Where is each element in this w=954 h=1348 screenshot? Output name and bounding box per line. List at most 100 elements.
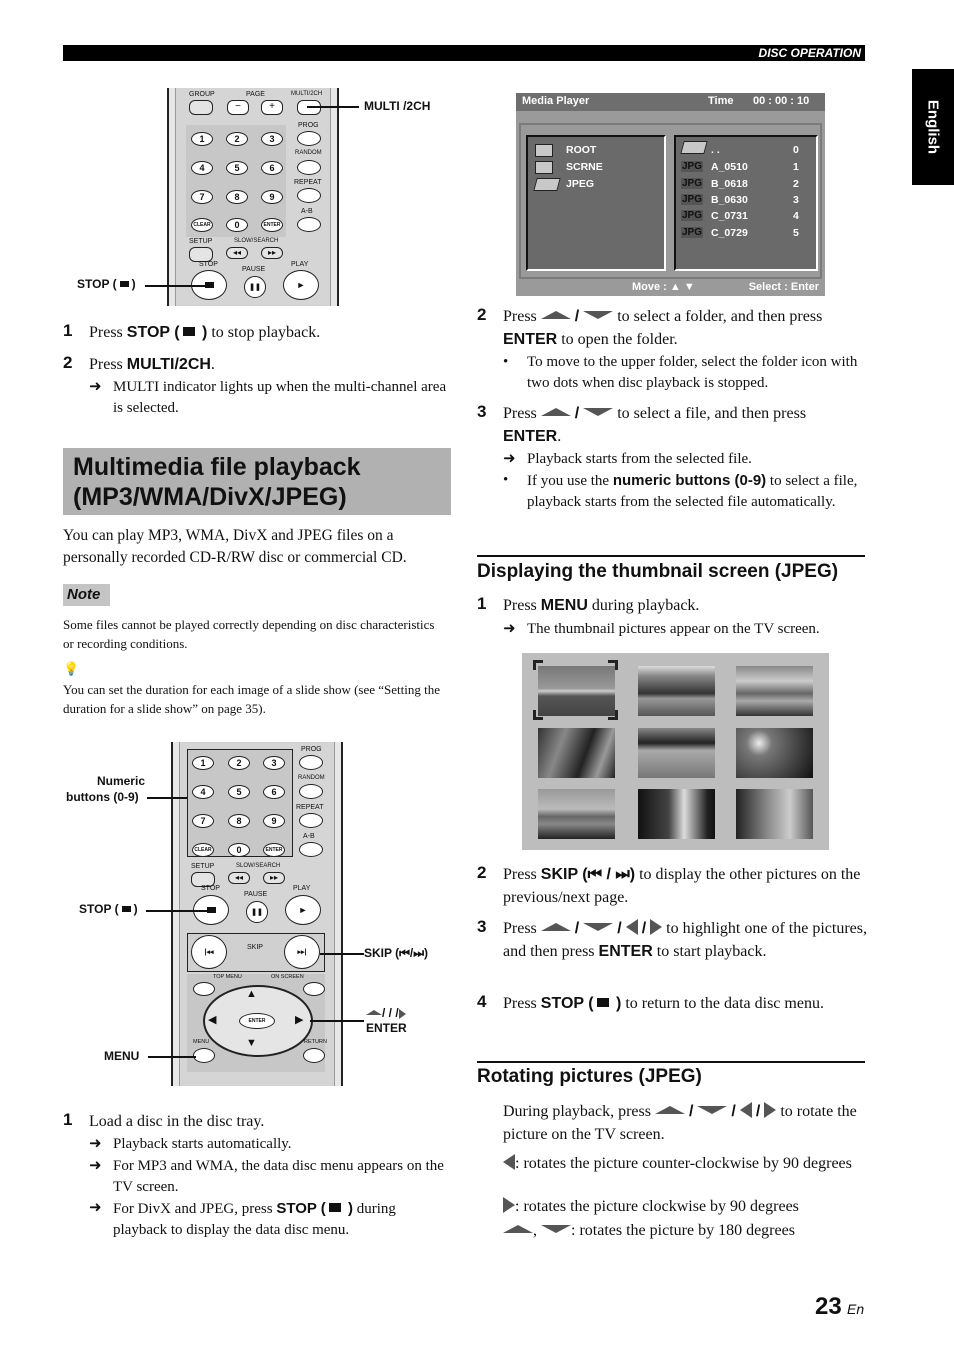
menu-button	[193, 1048, 215, 1063]
thumbnail-6[interactable]	[736, 728, 813, 778]
random-button	[297, 160, 321, 175]
file-name[interactable]: B_0630	[711, 194, 748, 206]
random-button	[299, 784, 323, 799]
section-title-line1: Multimedia file playback	[73, 453, 361, 481]
folder-item[interactable]: SCRNE	[566, 161, 603, 173]
selection-corner-icon	[608, 710, 618, 720]
enter-small-button: ENTER	[263, 843, 285, 857]
label-ab: A-B	[303, 833, 315, 840]
thumbnail-9[interactable]	[736, 789, 813, 839]
callout-stop-top: STOP ()	[77, 277, 136, 291]
callout-line-menu	[148, 1056, 196, 1058]
file-name[interactable]: B_0618	[711, 178, 748, 190]
stop-icon	[328, 1203, 341, 1212]
step-2-result: ➜ MULTI indicator lights up when the mult…	[89, 379, 447, 416]
selection-corner-icon	[533, 660, 543, 670]
thumb-step-2: 2 Press SKIP (⏮ / ⏭) to display the othe…	[477, 863, 861, 906]
step-3-select-file: 3 Press / to select a file, and then pre…	[477, 402, 807, 445]
file-name[interactable]: C_0731	[711, 210, 748, 222]
section-intro: You can play MP3, WMA, DivX and JPEG fil…	[63, 527, 407, 566]
right-arrow-icon	[764, 1102, 777, 1118]
load-result-1: ➜ Playback starts automatically.	[89, 1134, 449, 1155]
file-name[interactable]: . .	[711, 144, 720, 156]
media-player-screen: Media Player Time 00 : 00 : 10 ROOT SCRN…	[516, 93, 825, 296]
rotating-heading: Rotating pictures (JPEG)	[477, 1066, 702, 1087]
right-arrow-icon	[398, 1009, 406, 1019]
thumbnail-heading: Displaying the thumbnail screen (JPEG)	[477, 561, 839, 582]
label-prog: PROG	[301, 746, 322, 753]
thumbnail-3[interactable]	[736, 666, 813, 716]
folder-item-selected[interactable]: JPEG	[566, 178, 594, 190]
num-button-2: 2	[228, 756, 250, 770]
stop-icon	[119, 281, 129, 287]
enter-small-button: ENTER	[261, 218, 283, 232]
thumbnail-4[interactable]	[538, 728, 615, 778]
file-index: 2	[793, 178, 799, 190]
right-arrow-icon	[650, 919, 663, 935]
step-2-multi: 2 Press MULTI/2CH.	[63, 353, 215, 373]
label-pause: PAUSE	[242, 266, 266, 273]
left-arrow-icon	[739, 1102, 752, 1118]
label-random: RANDOM	[295, 150, 322, 156]
file-index: 1	[793, 161, 799, 173]
jpg-file-icon: JPG	[681, 161, 704, 172]
play-icon: ►	[298, 905, 308, 915]
folder-icon	[535, 161, 553, 174]
label-multi2ch: MULTI/2CH	[291, 91, 323, 97]
num-button-7: 7	[192, 814, 214, 828]
step-number: 1	[477, 594, 487, 613]
prog-button	[297, 131, 321, 146]
thumbnail-5[interactable]	[638, 728, 715, 778]
arrow-right-icon: ➜	[89, 1200, 102, 1216]
search-forward-button: ▸▸	[263, 872, 285, 884]
thumb-step-3: 3 Press / / / to highlight one of the pi…	[477, 917, 867, 960]
num-button-8: 8	[228, 814, 250, 828]
arrow-right-icon: ➜	[89, 379, 102, 395]
callout-line-multi	[307, 106, 359, 108]
thumb-step-1: 1 Press MENU during playback.	[477, 594, 700, 614]
thumbnail-8[interactable]	[638, 789, 715, 839]
step-number: 1	[63, 1110, 73, 1129]
arrow-right-icon: ➜	[89, 1158, 102, 1174]
rotating-intro: During playback, press / / / to rotate t…	[503, 1102, 857, 1143]
right-arrow-icon	[503, 1197, 515, 1213]
down-arrow-icon	[583, 923, 614, 931]
label-stop: STOP	[199, 261, 218, 268]
num-button-0: 0	[226, 218, 248, 232]
up-arrow-icon	[654, 1106, 685, 1114]
thumbnail-7[interactable]	[538, 789, 615, 839]
thumbnail-2[interactable]	[638, 666, 715, 716]
down-arrow-icon	[541, 1225, 571, 1233]
callout-line-skip	[320, 953, 364, 955]
ab-button	[297, 217, 321, 232]
callout-line-stop-bottom	[146, 910, 208, 912]
label-repeat: REPEAT	[294, 179, 322, 186]
play-button: ►	[285, 895, 321, 925]
step-1-stop: 1 Press STOP ( ) to stop playback.	[63, 321, 321, 341]
num-button-9: 9	[263, 814, 285, 828]
bullet: •	[503, 354, 509, 370]
thumb-step-1-result: ➜ The thumbnail pictures appear on the TV…	[503, 619, 865, 640]
file-name[interactable]: C_0729	[711, 227, 748, 239]
folder-item[interactable]: ROOT	[566, 144, 596, 156]
setup-button	[189, 247, 213, 262]
num-button-5: 5	[228, 785, 250, 799]
callout-cursor-keys: / / /	[366, 1006, 406, 1020]
search-back-button: ◂◂	[226, 247, 248, 259]
file-panel: . . 0 JPG A_0510 1 JPG B_0618 2 JPG B_06…	[674, 135, 818, 271]
section-label: DISC OPERATION	[758, 46, 861, 60]
file-name[interactable]: A_0510	[711, 161, 748, 173]
stop-icon	[596, 998, 609, 1007]
thumbnail-1[interactable]	[538, 666, 615, 716]
arrow-right-icon: ➜	[503, 621, 516, 637]
callout-skip: SKIP (⏮/⏭)	[364, 946, 429, 960]
up-arrow-icon	[366, 1010, 382, 1015]
cursor-right-icon: ▶	[295, 1014, 304, 1026]
label-on-screen: ON SCREEN	[271, 974, 304, 980]
label-setup: SETUP	[189, 238, 213, 245]
left-arrow-icon	[503, 1154, 515, 1170]
file-index: 0	[793, 144, 799, 156]
rotate-right-desc: : rotates the picture clockwise by 90 de…	[503, 1197, 865, 1217]
num-button-1: 1	[191, 132, 213, 146]
label-top-menu: TOP MENU	[213, 974, 242, 980]
